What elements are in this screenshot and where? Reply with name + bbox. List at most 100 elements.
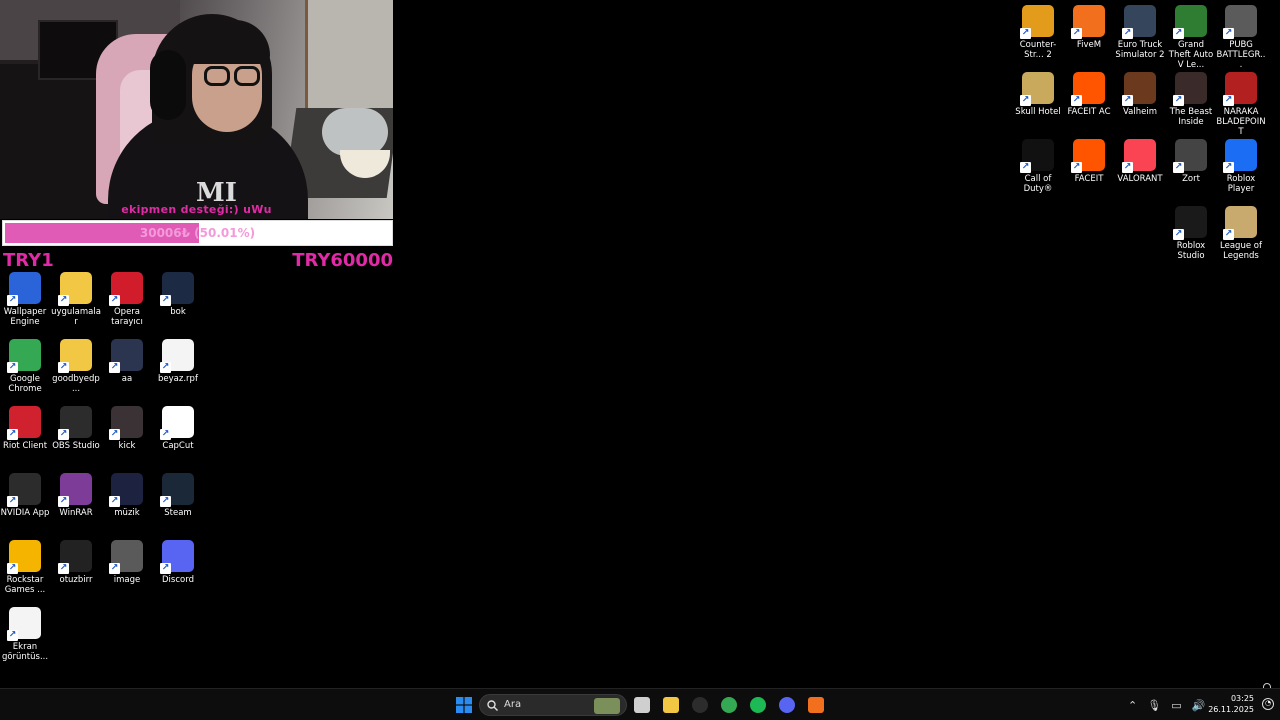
desktop-icon-image[interactable]: ↗ image <box>102 540 152 585</box>
shortcut-arrow-icon: ↗ <box>160 362 171 373</box>
shortcut-arrow-icon: ↗ <box>1173 229 1184 240</box>
desktop-icon-m-zik[interactable]: ↗ müzik <box>102 473 152 518</box>
desktop-icon-label: FACEIT <box>1074 174 1104 184</box>
discord-icon: ↗ <box>160 540 194 574</box>
shortcut-arrow-icon: ↗ <box>1173 28 1184 39</box>
desktop-icon-bok[interactable]: ↗ bok <box>153 272 203 317</box>
image-file-icon: ↗ <box>109 540 143 574</box>
desktop-icon-valheim[interactable]: ↗ Valheim <box>1115 72 1165 117</box>
desktop-icon-aa[interactable]: ↗ aa <box>102 339 152 384</box>
desktop-icon-roblox-player[interactable]: ↗ Roblox Player <box>1216 139 1266 194</box>
shortcut-arrow-icon: ↗ <box>7 362 18 373</box>
roblox-player-icon: ↗ <box>1223 139 1257 173</box>
desktop-icon-label: aa <box>121 374 133 384</box>
fivem-icon: ↗ <box>1071 5 1105 39</box>
beast-inside-icon: ↗ <box>1173 72 1207 106</box>
windows-logo-icon <box>456 697 472 713</box>
desktop-icon-riot-client[interactable]: ↗ Riot Client <box>0 406 50 451</box>
rockstar-icon: ↗ <box>7 540 41 574</box>
start-button[interactable] <box>452 693 476 717</box>
taskbar-obs[interactable] <box>688 693 712 717</box>
desktop-icon-league-of-legends[interactable]: ↗ League of Legends <box>1216 206 1266 261</box>
desktop-icon-opera-taray-c[interactable]: ↗ Opera tarayıcı <box>102 272 152 327</box>
desktop-icon-pubg-battlegr[interactable]: ↗ PUBG BATTLEGR... <box>1216 5 1266 70</box>
desktop-icon-label: bok <box>170 307 186 317</box>
shortcut-arrow-icon: ↗ <box>7 295 18 306</box>
desktop-icon-google-chrome[interactable]: ↗ Google Chrome <box>0 339 50 394</box>
desktop-icon-counter-str-2[interactable]: ↗ Counter-Str... 2 <box>1013 5 1063 60</box>
desktop-icon-label: The Beast Inside <box>1169 107 1213 127</box>
clock-date: 26.11.2025 <box>1208 705 1254 714</box>
taskbar-spotify[interactable] <box>746 693 770 717</box>
folder-icon: ↗ <box>58 272 92 306</box>
desktop-icon-label: Call of Duty® <box>1023 174 1053 194</box>
shortcut-arrow-icon: ↗ <box>1223 28 1234 39</box>
desktop-icon-faceit[interactable]: ↗ FACEIT <box>1064 139 1114 184</box>
desktop-icon-label: Riot Client <box>2 441 48 451</box>
cs2-icon: ↗ <box>1020 5 1054 39</box>
taskbar-chrome[interactable] <box>717 693 741 717</box>
desktop-icon-label: Roblox Studio <box>1176 241 1206 261</box>
search-icon <box>487 700 498 711</box>
desktop-icon-label: CapCut <box>162 441 194 451</box>
desktop-icon-grand-theft-auto-v-le[interactable]: ↗ Grand Theft Auto V Le... <box>1166 5 1216 70</box>
desktop-icon-valorant[interactable]: ↗ VALORANT <box>1115 139 1165 184</box>
taskbar: Ara ⌃ 🎙 ▭ 🔊 03:25 26.11.2025 ◔ <box>0 688 1280 720</box>
desktop-icon-goodbyedp[interactable]: ↗ goodbyedp... <box>51 339 101 394</box>
shortcut-arrow-icon: ↗ <box>1173 95 1184 106</box>
microphone-icon[interactable]: 🎙 <box>1147 699 1161 712</box>
desktop-icon-capcut[interactable]: ↗ CapCut <box>153 406 203 451</box>
desktop-icon-wallpaper-engine[interactable]: ↗ Wallpaper Engine <box>0 272 50 327</box>
desktop-icon-ekran-g-r-nt-s[interactable]: ↗ Ekran görüntüs... <box>0 607 50 662</box>
desktop-icon-winrar[interactable]: ↗ WinRAR <box>51 473 101 518</box>
shortcut-arrow-icon: ↗ <box>1071 162 1082 173</box>
desktop-icon-zort[interactable]: ↗ Zort <box>1166 139 1216 184</box>
image-file-icon: ↗ <box>109 339 143 373</box>
task-view-button[interactable] <box>630 693 654 717</box>
donation-goal-text: 30006₺ (50.01%) <box>139 226 256 240</box>
image-file-icon: ↗ <box>160 272 194 306</box>
desktop-icon-kick[interactable]: ↗ kick <box>102 406 152 451</box>
volume-icon[interactable]: 🔊 <box>1192 699 1206 712</box>
taskbar-clock[interactable]: 03:25 26.11.2025 <box>1208 693 1254 715</box>
chrome-icon <box>721 697 737 713</box>
shortcut-arrow-icon: ↗ <box>1122 162 1133 173</box>
shortcut-arrow-icon: ↗ <box>160 563 171 574</box>
desktop-icon-steam[interactable]: ↗ Steam <box>153 473 203 518</box>
desktop-icon-naraka-bladepoint[interactable]: ↗ NARAKA BLADEPOINT <box>1216 72 1266 137</box>
desktop-icon-discord[interactable]: ↗ Discord <box>153 540 203 585</box>
desktop-icon-skull-hotel[interactable]: ↗ Skull Hotel <box>1013 72 1063 117</box>
desktop-icon-obs-studio[interactable]: ↗ OBS Studio <box>51 406 101 451</box>
desktop-icon-label: VALORANT <box>1117 174 1163 184</box>
desktop-icon-label: kick <box>118 441 136 451</box>
desktop-icon-nvidia-app[interactable]: ↗ NVIDIA App <box>0 473 50 518</box>
notification-center-icon[interactable]: ◔ <box>1262 698 1274 710</box>
taskbar-fivem[interactable] <box>804 693 828 717</box>
taskbar-search-box[interactable]: Ara <box>479 694 627 716</box>
desktop-icon-roblox-studio[interactable]: ↗ Roblox Studio <box>1166 206 1216 261</box>
desktop-icon-label: Ekran görüntüs... <box>1 642 49 662</box>
show-hidden-icons-chevron-icon[interactable]: ⌃ <box>1128 699 1137 712</box>
desktop-icon-label: Grand Theft Auto V Le... <box>1168 40 1214 70</box>
taskbar-store[interactable] <box>659 693 683 717</box>
shortcut-arrow-icon: ↗ <box>1122 95 1133 106</box>
desktop-icon-the-beast-inside[interactable]: ↗ The Beast Inside <box>1166 72 1216 127</box>
shortcut-arrow-icon: ↗ <box>1173 162 1184 173</box>
desktop-icon-faceit-ac[interactable]: ↗ FACEIT AC <box>1064 72 1114 117</box>
network-icon[interactable]: ▭ <box>1171 699 1181 712</box>
riot-client-icon: ↗ <box>7 406 41 440</box>
desktop-icon-call-of-duty[interactable]: ↗ Call of Duty® <box>1013 139 1063 194</box>
taskbar-discord[interactable] <box>775 693 799 717</box>
desktop-icon-beyaz-rpf[interactable]: ↗ beyaz.rpf <box>153 339 203 384</box>
desktop-icon-fivem[interactable]: ↗ FiveM <box>1064 5 1114 50</box>
store-icon <box>663 697 679 713</box>
desktop-icon-uygulamalar[interactable]: ↗ uygulamalar <box>51 272 101 327</box>
desktop-icon-label: müzik <box>114 508 140 518</box>
steam-icon: ↗ <box>160 473 194 507</box>
roblox-studio-icon: ↗ <box>1173 206 1207 240</box>
desktop-icon-otuzbirr[interactable]: ↗ otuzbirr <box>51 540 101 585</box>
desktop-icon-euro-truck-simulator-2[interactable]: ↗ Euro Truck Simulator 2 <box>1115 5 1165 60</box>
cod-icon: ↗ <box>1020 139 1054 173</box>
document-icon: ↗ <box>160 339 194 373</box>
desktop-icon-rockstar-games[interactable]: ↗ Rockstar Games ... <box>0 540 50 595</box>
